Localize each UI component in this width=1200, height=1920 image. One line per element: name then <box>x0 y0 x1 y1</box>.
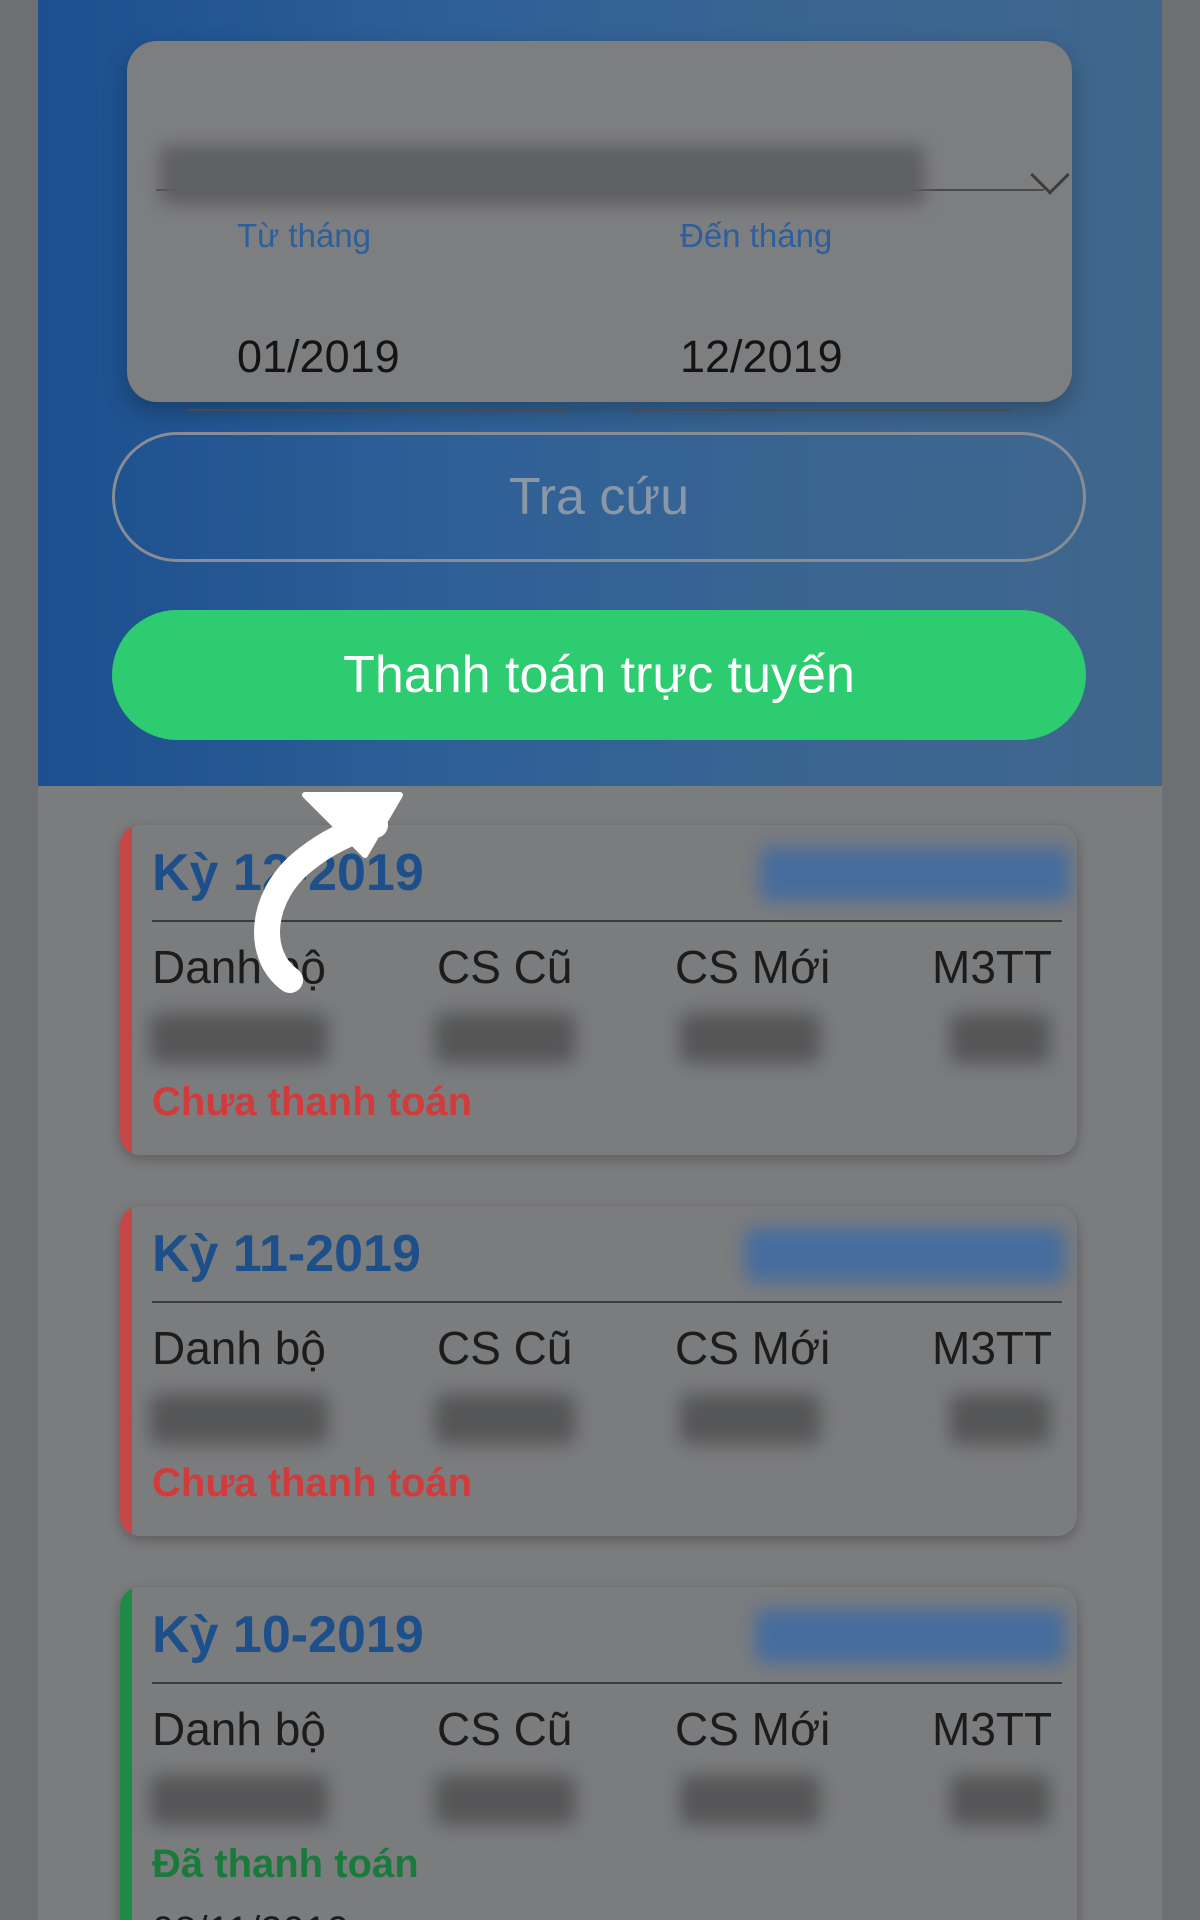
right-dim-margin <box>1162 0 1200 1920</box>
cs-moi-value-blurred <box>680 1013 820 1063</box>
bill-card[interactable]: Kỳ 10-2019 Danh bộ CS Cũ CS Mới M3TT Đã … <box>120 1587 1077 1920</box>
bill-period-title: Kỳ 11-2019 <box>152 1225 421 1283</box>
col-cs-moi: CS Mới <box>675 1703 831 1755</box>
to-month-underline <box>630 409 1010 411</box>
account-value-blurred <box>160 145 925 205</box>
status-stripe <box>120 1206 132 1536</box>
filter-card: Từ tháng 01/2019 Đến tháng 12/2019 <box>127 41 1072 411</box>
danh-bo-value-blurred <box>150 1394 328 1444</box>
col-danh-bo: Danh bộ <box>152 1322 326 1374</box>
from-month-label: Từ tháng <box>237 217 371 254</box>
payment-status: Đã thanh toán <box>152 1842 419 1886</box>
to-month-label: Đến tháng <box>680 217 833 254</box>
bill-divider <box>152 1682 1062 1684</box>
from-month-input[interactable]: 01/2019 <box>237 331 400 383</box>
payment-status: Chưa thanh toán <box>152 1461 473 1505</box>
col-cs-moi: CS Mới <box>675 941 831 993</box>
col-cs-cu: CS Cũ <box>437 941 573 993</box>
col-m3tt: M3TT <box>932 1703 1053 1755</box>
from-month-underline <box>187 409 567 411</box>
bill-amount-blurred <box>745 1228 1065 1282</box>
bill-amount-blurred <box>755 1609 1065 1663</box>
pay-online-button[interactable]: Thanh toán trực tuyến <box>112 610 1086 740</box>
bill-period-title: Kỳ 10-2019 <box>152 1606 424 1664</box>
danh-bo-value-blurred <box>150 1013 328 1063</box>
cs-cu-value-blurred <box>435 1775 575 1825</box>
account-select[interactable] <box>156 91 1070 205</box>
danh-bo-value-blurred <box>150 1775 328 1825</box>
cs-moi-value-blurred <box>680 1775 820 1825</box>
chevron-down-icon[interactable] <box>1030 155 1070 195</box>
col-m3tt: M3TT <box>932 941 1053 993</box>
bill-card[interactable]: Kỳ 11-2019 Danh bộ CS Cũ CS Mới M3TT Chư… <box>120 1206 1077 1536</box>
col-m3tt: M3TT <box>932 1322 1053 1374</box>
cs-cu-value-blurred <box>435 1394 575 1444</box>
col-cs-cu: CS Cũ <box>437 1703 573 1755</box>
col-cs-cu: CS Cũ <box>437 1322 573 1374</box>
status-stripe <box>120 1587 132 1920</box>
bill-divider <box>152 1301 1062 1303</box>
bill-amount-blurred <box>760 847 1070 901</box>
col-cs-moi: CS Mới <box>675 1322 831 1374</box>
payment-date: 08/11/2019 <box>152 1909 349 1920</box>
search-button[interactable]: Tra cứu <box>112 432 1086 562</box>
cs-moi-value-blurred <box>680 1394 820 1444</box>
pointer-arrow-icon <box>254 792 403 993</box>
status-stripe <box>120 825 132 1155</box>
m3tt-value-blurred <box>950 1775 1050 1825</box>
m3tt-value-blurred <box>950 1394 1050 1444</box>
to-month-input[interactable]: 12/2019 <box>680 331 843 383</box>
payment-status: Chưa thanh toán <box>152 1080 473 1124</box>
left-dim-margin <box>0 0 38 1920</box>
col-danh-bo: Danh bộ <box>152 1703 326 1755</box>
m3tt-value-blurred <box>950 1013 1050 1063</box>
cs-cu-value-blurred <box>435 1013 575 1063</box>
